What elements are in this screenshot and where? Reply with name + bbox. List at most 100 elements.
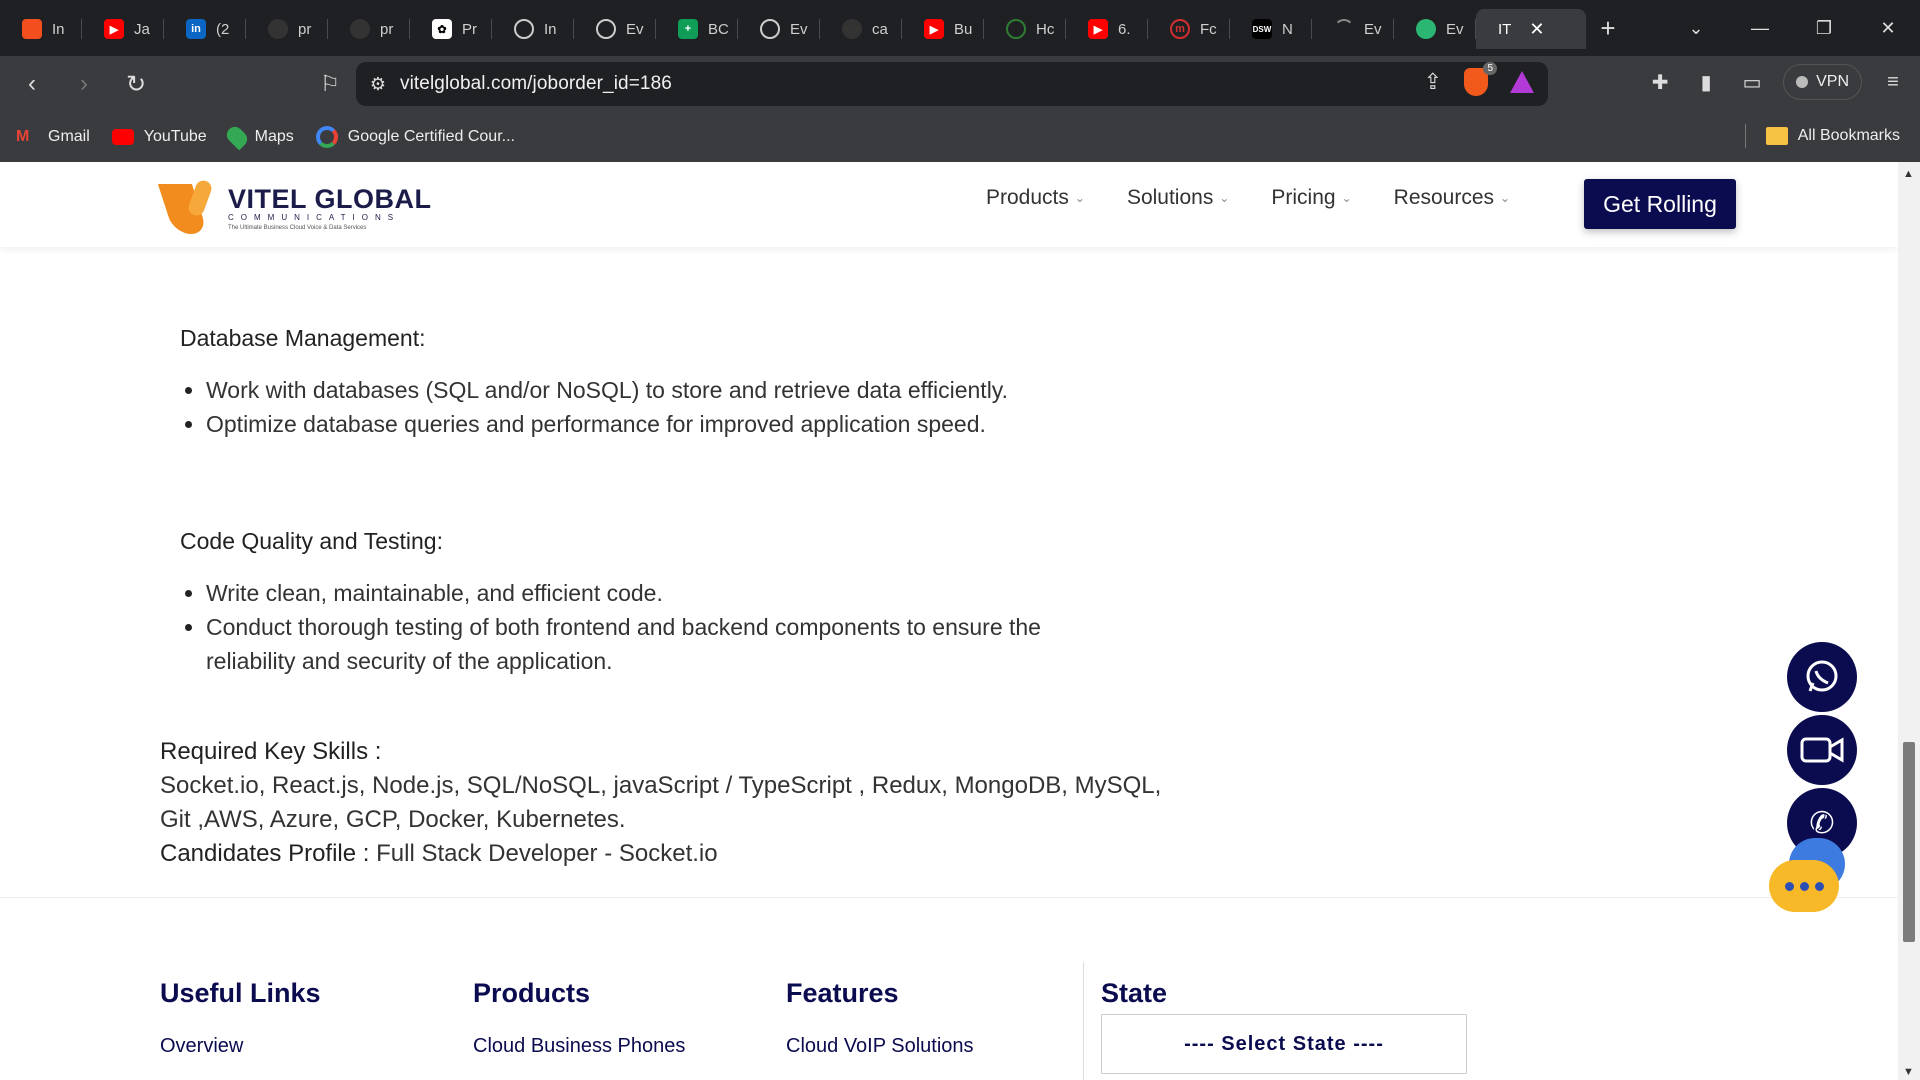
browser-tab[interactable]: ▶ Bu xyxy=(902,9,984,49)
restore-icon[interactable]: ❐ xyxy=(1792,18,1856,39)
scroll-down-icon[interactable]: ▼ xyxy=(1903,1066,1914,1078)
browser-tab[interactable]: Ev xyxy=(1312,9,1394,49)
menu-icon[interactable]: ≡ xyxy=(1878,67,1908,97)
browser-chrome: In ▶ Ja in (2 pr pr ✿ Pr In Ev + BC Ev ca ▶ B… xyxy=(0,0,1920,162)
nav-pricing[interactable]: Pricing ⌄ xyxy=(1271,186,1351,210)
video-call-button[interactable] xyxy=(1787,715,1857,785)
footer-column-divider xyxy=(1083,962,1084,1080)
phone-icon: ✆ xyxy=(1809,806,1835,840)
bookmarks-bar: M Gmail YouTube Maps Google Certified Cou… xyxy=(0,112,1920,162)
page-viewport: Database Management: Work with databases… xyxy=(0,162,1898,1080)
github-icon xyxy=(268,19,288,39)
footer-heading: Products xyxy=(473,978,591,1008)
get-rolling-button[interactable]: Get Rolling xyxy=(1584,179,1736,229)
url-text[interactable]: vitelglobal.com/joborder_id=186 xyxy=(400,73,672,95)
list-item: Write clean, maintainable, and efficient… xyxy=(180,576,1120,610)
bookmark-youtube[interactable]: YouTube xyxy=(111,128,207,146)
browser-tab[interactable]: Ev xyxy=(574,9,656,49)
globe-icon xyxy=(514,19,534,39)
skills-text: Socket.io, React.js, Node.js, SQL/NoSQL,… xyxy=(160,772,1162,833)
new-tab-button[interactable]: + xyxy=(1586,13,1630,44)
browser-tab[interactable]: pr xyxy=(246,9,328,49)
forward-icon[interactable]: › xyxy=(64,64,104,104)
browser-tab[interactable]: ▶ 6. xyxy=(1066,9,1148,49)
youtube-icon: ▶ xyxy=(104,19,124,39)
whatsapp-button[interactable] xyxy=(1787,642,1857,712)
browser-tab[interactable]: In xyxy=(492,9,574,49)
window-controls: ⌄ — ❐ ✕ xyxy=(1664,0,1920,56)
browser-tab-active[interactable]: IT ✕ xyxy=(1476,9,1586,49)
all-bookmarks[interactable]: All Bookmarks xyxy=(1744,124,1900,148)
browser-tab[interactable]: ▶ Ja xyxy=(82,9,164,49)
sidebar-icon[interactable]: ▮ xyxy=(1691,67,1721,97)
scroll-up-icon[interactable]: ▲ xyxy=(1903,168,1914,180)
figma-icon xyxy=(22,19,42,39)
share-icon[interactable]: ⇪ xyxy=(1424,69,1442,95)
chevron-down-icon: ⌄ xyxy=(1500,191,1511,205)
hc-icon xyxy=(1006,19,1026,39)
state-select[interactable]: ---- Select State ---- xyxy=(1101,1014,1467,1074)
footer-state: State xyxy=(1101,978,1167,1009)
browser-tab[interactable]: in (2 xyxy=(164,9,246,49)
browser-tab[interactable]: pr xyxy=(328,9,410,49)
footer-divider xyxy=(0,897,1898,898)
bookmark-maps[interactable]: Maps xyxy=(223,123,294,151)
bookmark-google-certified[interactable]: Google Certified Cour... xyxy=(315,126,515,148)
vitel-global-logo[interactable]: VITEL GLOBAL COMMUNICATIONS The Ultimate… xyxy=(157,178,432,234)
browser-tab[interactable]: Ev xyxy=(738,9,820,49)
chatgpt-icon: ✿ xyxy=(432,19,452,39)
bookmark-gmail[interactable]: M Gmail xyxy=(16,128,90,146)
page-scrollbar[interactable]: ▲ ▼ xyxy=(1898,162,1920,1080)
footer-useful-links: Useful Links Overview xyxy=(160,978,321,1058)
whatsapp-icon xyxy=(1806,660,1838,692)
vpn-button[interactable]: VPN xyxy=(1783,64,1862,100)
chevron-down-icon: ⌄ xyxy=(1341,191,1352,205)
tab-search-icon[interactable]: ⌄ xyxy=(1664,18,1728,39)
close-window-icon[interactable]: ✕ xyxy=(1856,18,1920,39)
nav-resources[interactable]: Resources ⌄ xyxy=(1394,186,1510,210)
close-tab-icon[interactable]: ✕ xyxy=(1529,19,1544,40)
reload-icon[interactable]: ↻ xyxy=(116,64,156,104)
profile-label: Candidates Profile : xyxy=(160,840,370,867)
edge-icon xyxy=(760,19,780,39)
logo-name: VITEL GLOBAL xyxy=(228,184,432,214)
nav-products[interactable]: Products ⌄ xyxy=(986,186,1085,210)
site-header: VITEL GLOBAL COMMUNICATIONS The Ultimate… xyxy=(0,162,1898,247)
browser-tab[interactable]: ca xyxy=(820,9,902,49)
browser-tab[interactable]: In xyxy=(0,9,82,49)
chevron-down-icon: ⌄ xyxy=(1219,191,1230,205)
github-icon xyxy=(842,19,862,39)
nav-solutions[interactable]: Solutions ⌄ xyxy=(1127,186,1229,210)
youtube-icon: ▶ xyxy=(924,19,944,39)
back-icon[interactable]: ‹ xyxy=(12,64,52,104)
minimize-icon[interactable]: — xyxy=(1728,18,1792,39)
browser-tab[interactable]: Hc xyxy=(984,9,1066,49)
google-icon xyxy=(315,126,338,148)
address-bar[interactable]: ⚙ vitelglobal.com/joborder_id=186 ⇪ 5 xyxy=(356,62,1548,106)
footer-link-cloud-business-phones[interactable]: Cloud Business Phones xyxy=(473,1035,685,1058)
bookmark-icon[interactable]: ⚐ xyxy=(310,64,350,104)
footer-link-cloud-voip[interactable]: Cloud VoIP Solutions xyxy=(786,1035,974,1058)
footer-link-overview[interactable]: Overview xyxy=(160,1035,321,1058)
browser-tab[interactable]: ✿ Pr xyxy=(410,9,492,49)
vpn-status-icon xyxy=(1796,76,1809,88)
browser-toolbar: ‹ › ↻ ⚐ ⚙ vitelglobal.com/joborder_id=18… xyxy=(0,56,1920,112)
section-heading-database: Database Management: xyxy=(180,325,426,351)
wallet-icon[interactable]: ▭ xyxy=(1737,67,1767,97)
shield-count-badge: 5 xyxy=(1483,62,1497,75)
brave-rewards-icon[interactable] xyxy=(1510,71,1534,93)
quality-points: Write clean, maintainable, and efficient… xyxy=(180,576,1120,678)
browser-tab[interactable]: DSW N xyxy=(1230,9,1312,49)
chat-widget[interactable] xyxy=(1769,838,1849,912)
site-info-icon[interactable]: ⚙ xyxy=(356,74,400,95)
browser-tab[interactable]: m Fc xyxy=(1148,9,1230,49)
brave-shield-icon[interactable]: 5 xyxy=(1464,62,1497,96)
video-camera-icon xyxy=(1800,737,1844,763)
browser-tab[interactable]: Ev xyxy=(1394,9,1476,49)
scrollbar-thumb[interactable] xyxy=(1903,742,1915,942)
browser-tab[interactable]: + BC xyxy=(656,9,738,49)
youtube-icon: ▶ xyxy=(1088,19,1108,39)
extensions-icon[interactable]: ✚ xyxy=(1645,67,1675,97)
loading-icon xyxy=(1334,19,1354,39)
edge-icon xyxy=(596,19,616,39)
